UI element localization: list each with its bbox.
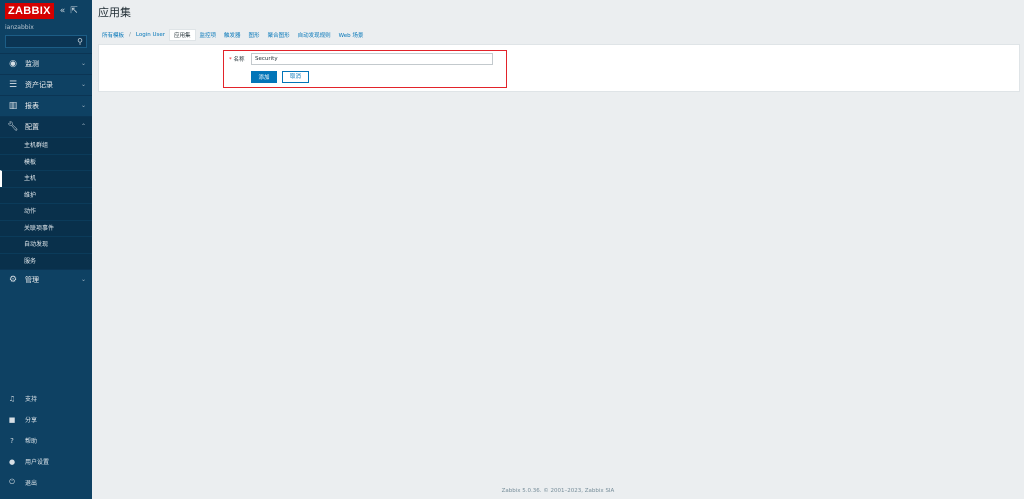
search-icon[interactable]: ⚲ (77, 37, 83, 46)
submenu-item-hosts[interactable]: 主机 (0, 170, 92, 187)
search-input[interactable]: ⚲ (5, 35, 87, 48)
menu-item-label: 管理 (25, 276, 39, 284)
submenu-item-discovery[interactable]: 自动发现 (0, 236, 92, 253)
share-icon: ■ (8, 415, 16, 424)
wrench-icon: 🔧︎ (7, 122, 19, 132)
submenu-item-maintenance[interactable]: 维护 (0, 186, 92, 204)
chevron-down-icon: ⌄ (80, 60, 86, 67)
menu-item-label: 帮助 (25, 438, 38, 445)
tab-screens[interactable]: 聚合图形 (264, 30, 294, 40)
sidebar-controls: « ⇱ (60, 6, 78, 16)
required-mark: * (229, 57, 232, 63)
menu-item-label: 监测 (25, 60, 39, 68)
submenu-item-services[interactable]: 服务 (0, 252, 92, 270)
cancel-button[interactable]: 取消 (282, 71, 309, 83)
menu-item-configuration[interactable]: 🔧︎ 配置 ⌃ (0, 116, 92, 137)
menu-item-label: 分享 (25, 417, 38, 424)
submenu-item-actions[interactable]: 动作 (0, 203, 92, 220)
name-field[interactable] (251, 53, 493, 65)
menu-item-share[interactable]: ■ 分享 (0, 409, 92, 430)
menu-item-inventory[interactable]: ☰ 资产记录 ⌄ (0, 74, 92, 95)
tab-graphs[interactable]: 图形 (245, 30, 264, 40)
chevron-up-icon: ⌃ (80, 123, 86, 130)
breadcrumb-template[interactable]: Login User (132, 31, 169, 39)
name-label-text: 名称 (233, 57, 245, 63)
chevron-down-icon: ⌄ (80, 81, 86, 88)
submenu-item-templates[interactable]: 模板 (0, 153, 92, 171)
user-name: ianzabbix (5, 24, 34, 31)
menu-item-label: 支持 (25, 396, 38, 403)
bar-chart-icon: ▥ (8, 101, 18, 111)
user-icon: ● (8, 457, 16, 466)
list-icon: ☰ (8, 80, 18, 90)
tab-triggers[interactable]: 触发器 (220, 30, 245, 40)
menu-item-label: 资产记录 (25, 81, 53, 89)
menu-item-help[interactable]: ? 帮助 (0, 430, 92, 451)
menu-item-label: 用户设置 (25, 459, 50, 466)
menu-item-label: 配置 (25, 123, 39, 131)
menu-item-reports[interactable]: ▥ 报表 ⌄ (0, 95, 92, 116)
collapse-icon[interactable]: « (60, 6, 66, 16)
bottom-menu: ♫ 支持 ■ 分享 ? 帮助 ● 用户设置 ⏻ 退出 (0, 388, 92, 493)
page-title: 应用集 (98, 6, 131, 19)
tab-discovery-rules[interactable]: 自动发现规则 (294, 30, 335, 40)
menu-item-monitoring[interactable]: ◉ 监测 ⌄ (0, 53, 92, 74)
menu-item-user-settings[interactable]: ● 用户设置 (0, 451, 92, 472)
kiosk-icon[interactable]: ⇱ (70, 6, 78, 16)
chevron-down-icon: ⌄ (80, 276, 86, 283)
tab-applications[interactable]: 应用集 (169, 28, 196, 41)
name-label: * 名称 (229, 55, 245, 63)
sidebar: ZABBIX « ⇱ ianzabbix ⚲ ◉ 监测 ⌄ ☰ 资产记录 ⌄ ▥… (0, 0, 92, 499)
configuration-submenu: 主机群组 模板 主机 维护 动作 关联项事件 自动发现 服务 (0, 137, 92, 269)
main-content: 应用集 所有模板 / Login User 应用集 监控项 触发器 图形 聚合图… (92, 0, 1024, 499)
menu-item-sign-out[interactable]: ⏻ 退出 (0, 472, 92, 493)
breadcrumb-all-templates[interactable]: 所有模板 (98, 30, 128, 40)
tab-items[interactable]: 监控项 (196, 30, 221, 40)
menu-item-label: 报表 (25, 102, 39, 110)
breadcrumb: 所有模板 / Login User 应用集 监控项 触发器 图形 聚合图形 自动… (98, 28, 368, 41)
menu-item-label: 退出 (25, 480, 38, 487)
footer-copyright: Zabbix 5.0.36. © 2001–2023, Zabbix SIA (501, 488, 615, 494)
logo-row: ZABBIX « ⇱ (0, 0, 92, 22)
main-menu: ◉ 监测 ⌄ ☰ 资产记录 ⌄ ▥ 报表 ⌄ 🔧︎ 配置 ⌃ 主机群组 模板 主… (0, 53, 92, 290)
submenu-item-event-correlation[interactable]: 关联项事件 (0, 219, 92, 237)
help-icon: ? (10, 436, 14, 445)
eye-icon: ◉ (9, 59, 17, 69)
headset-icon: ♫ (8, 394, 16, 403)
chevron-down-icon: ⌄ (80, 102, 86, 109)
menu-item-support[interactable]: ♫ 支持 (0, 388, 92, 409)
gear-icon: ⚙ (8, 275, 18, 285)
zabbix-logo[interactable]: ZABBIX (5, 3, 54, 19)
add-button[interactable]: 添加 (251, 71, 277, 83)
power-icon: ⏻ (9, 478, 15, 486)
tab-web-scenarios[interactable]: Web 场景 (335, 30, 368, 40)
menu-item-administration[interactable]: ⚙ 管理 ⌄ (0, 269, 92, 290)
application-form: * 名称 添加 取消 (98, 44, 1020, 92)
submenu-item-host-groups[interactable]: 主机群组 (0, 137, 92, 154)
